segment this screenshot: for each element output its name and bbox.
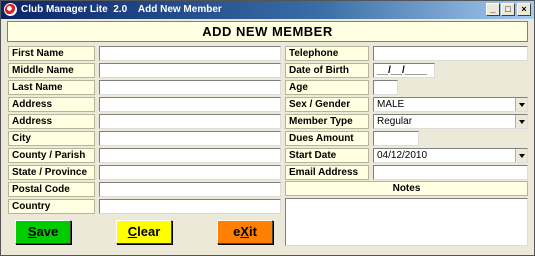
- sex-gender-select[interactable]: MALE: [373, 97, 528, 112]
- add-member-window: Club Manager Lite 2.0 Add New Member _ □…: [0, 0, 535, 256]
- state-province-label: State / Province: [8, 165, 95, 180]
- postal-code-label: Postal Code: [8, 182, 95, 197]
- city-label: City: [8, 131, 95, 146]
- date-of-birth-field[interactable]: __/__/____: [373, 63, 435, 78]
- clear-button[interactable]: Clear: [116, 220, 172, 244]
- start-date-label: Start Date: [285, 148, 369, 163]
- app-logo-icon: [4, 3, 17, 16]
- postal-code-field[interactable]: [99, 182, 281, 197]
- address1-field[interactable]: [99, 97, 281, 112]
- exit-button[interactable]: eXit: [217, 220, 273, 244]
- date-of-birth-label: Date of Birth: [285, 63, 369, 78]
- state-province-field[interactable]: [99, 165, 281, 180]
- first-name-field[interactable]: [99, 46, 281, 61]
- title-bar[interactable]: Club Manager Lite 2.0 Add New Member _ □…: [1, 1, 534, 19]
- minimize-button[interactable]: _: [486, 3, 500, 16]
- window-title: Club Manager Lite 2.0 Add New Member: [21, 4, 222, 15]
- notes-label: Notes: [285, 181, 528, 196]
- save-button[interactable]: Save: [15, 220, 71, 244]
- email-label: Email Address: [285, 165, 369, 180]
- dues-amount-label: Dues Amount: [285, 131, 369, 146]
- close-button[interactable]: ×: [517, 3, 531, 16]
- form-header: ADD NEW MEMBER: [7, 21, 528, 42]
- country-label: Country: [8, 199, 95, 214]
- city-field[interactable]: [99, 131, 281, 146]
- notes-textarea[interactable]: [285, 198, 528, 246]
- chevron-down-icon[interactable]: [515, 149, 527, 162]
- telephone-field[interactable]: [373, 46, 528, 61]
- middle-name-field[interactable]: [99, 63, 281, 78]
- chevron-down-icon[interactable]: [515, 98, 527, 111]
- start-date-value: 04/12/2010: [377, 150, 428, 161]
- dues-amount-field[interactable]: [373, 131, 419, 146]
- save-label-post: ave: [36, 224, 59, 239]
- exit-label-post: it: [248, 224, 257, 239]
- county-parish-label: County / Parish: [8, 148, 95, 163]
- chevron-down-icon[interactable]: [515, 115, 527, 128]
- member-type-select[interactable]: Regular: [373, 114, 528, 129]
- maximize-button[interactable]: □: [501, 3, 515, 16]
- address2-label: Address: [8, 114, 95, 129]
- member-type-value: Regular: [377, 116, 413, 127]
- address2-field[interactable]: [99, 114, 281, 129]
- country-field[interactable]: [99, 199, 281, 214]
- age-label: Age: [285, 80, 369, 95]
- last-name-label: Last Name: [8, 80, 95, 95]
- age-field[interactable]: [373, 80, 398, 95]
- address1-label: Address: [8, 97, 95, 112]
- clear-hotkey: C: [127, 224, 138, 239]
- clear-label-post: lear: [137, 224, 161, 239]
- county-parish-field[interactable]: [99, 148, 281, 163]
- start-date-picker[interactable]: 04/12/2010: [373, 148, 528, 163]
- sex-gender-label: Sex / Gender: [285, 97, 369, 112]
- sex-gender-value: MALE: [377, 99, 405, 110]
- telephone-label: Telephone: [285, 46, 369, 61]
- last-name-field[interactable]: [99, 80, 281, 95]
- member-type-label: Member Type: [285, 114, 369, 129]
- exit-hotkey: X: [240, 224, 249, 239]
- email-field[interactable]: [373, 165, 528, 180]
- first-name-label: First Name: [8, 46, 95, 61]
- middle-name-label: Middle Name: [8, 63, 95, 78]
